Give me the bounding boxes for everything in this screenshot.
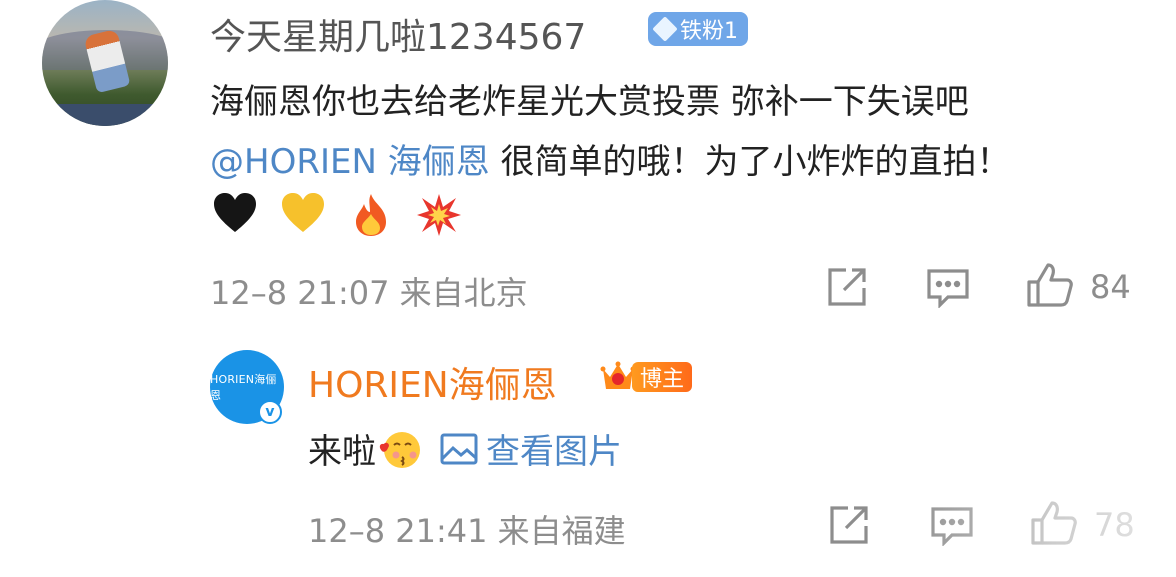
blogger-badge: 博主 (600, 358, 693, 396)
timestamp-location: 12–8 21:07 来自北京 (210, 274, 528, 312)
bottom-fade-overlay (900, 495, 1176, 577)
fan-badge-label: 铁粉1 (680, 19, 738, 44)
verified-mark: v (265, 404, 275, 420)
reply-username[interactable]: HORIEN海俪恩 (308, 356, 557, 408)
image-icon (440, 433, 478, 464)
diamond-icon (652, 16, 678, 42)
comment-text-line1: 海俪恩你也去给老炸星光大赏投票 弥补一下失误吧 (210, 82, 969, 122)
reply-text-content: 来啦 (308, 432, 376, 472)
kiss-emoji-icon (379, 431, 420, 468)
fan-badge[interactable]: 铁粉1 (648, 12, 748, 46)
verified-icon: v (258, 400, 282, 424)
reply-share-icon[interactable] (828, 504, 870, 546)
black-heart-icon (212, 192, 258, 234)
reply-text: 来啦 查看图片 (308, 424, 622, 473)
emoji-row (212, 192, 462, 238)
mention-link[interactable]: @HORIEN 海俪恩 (210, 142, 490, 182)
share-icon[interactable] (826, 266, 868, 308)
comment-text-rest: 很简单的哦！为了小炸炸的直拍！ (489, 142, 1011, 182)
view-image-link[interactable]: 查看图片 (440, 424, 622, 473)
avatar-logo-text: HORIEN海俪恩 (210, 373, 277, 402)
fire-icon (348, 192, 394, 238)
yellow-heart-icon (280, 192, 326, 234)
comment-text-line2: @HORIEN 海俪恩 很简单的哦！为了小炸炸的直拍！ (210, 134, 1011, 183)
collision-icon (416, 192, 462, 238)
like-count: 84 (1090, 268, 1131, 306)
view-image-label[interactable]: 查看图片 (486, 424, 622, 473)
blogger-badge-label: 博主 (632, 362, 693, 392)
like-button[interactable] (1026, 262, 1074, 308)
crown-icon (600, 361, 636, 389)
username[interactable]: 今天星期几啦1234567 (210, 8, 586, 60)
reply-timestamp-location: 12–8 21:41 来自福建 (308, 512, 626, 550)
avatar-ground (42, 104, 168, 126)
comment-icon[interactable] (926, 268, 970, 308)
avatar[interactable] (42, 0, 168, 126)
